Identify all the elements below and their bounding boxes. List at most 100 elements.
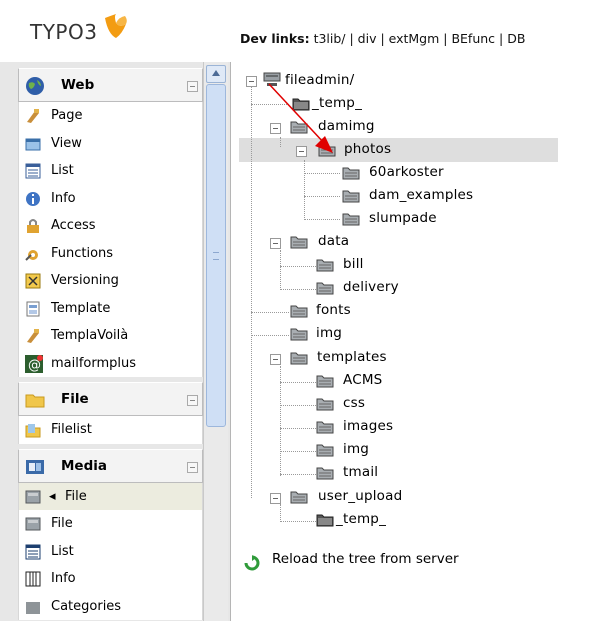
folder-icon (290, 328, 308, 341)
menu-item-info-label: Info (51, 190, 76, 206)
dev-links-items[interactable]: t3lib/ | div | extMgm | BEfunc | DB (314, 31, 526, 46)
menu-item-info[interactable]: Info (18, 184, 203, 212)
menu-item-mailformplus[interactable]: @ mailformplus (18, 349, 203, 377)
menu-item-media-file2-label: File (51, 516, 73, 531)
refresh-icon (244, 555, 260, 571)
tree-node-label: css (343, 395, 366, 411)
tree-node-label: data (318, 233, 350, 249)
menu-item-page-label: Page (51, 108, 83, 123)
versioning-icon (25, 273, 41, 289)
categories-icon (26, 601, 40, 614)
menu-item-media-list[interactable]: List (18, 537, 203, 565)
menu-item-media-file-label: File (65, 488, 87, 504)
dev-links: Dev links: t3lib/ | div | extMgm | BEfun… (240, 31, 525, 46)
typo3-logo-icon (105, 14, 127, 38)
section-file-collapse-icon[interactable] (187, 395, 198, 406)
tree-line (280, 521, 316, 522)
top-bar: TYPO3 Dev links: t3lib/ | div | extMgm |… (0, 0, 603, 63)
section-media[interactable]: Media (18, 448, 203, 483)
tree-line (280, 451, 316, 452)
folder-icon (316, 467, 334, 480)
list-icon (25, 163, 41, 179)
menu-item-templavoila-label: TemplaVoilà (51, 328, 129, 343)
scroll-thumb[interactable] (206, 84, 226, 427)
tree-node-label: photos (344, 141, 392, 157)
menu-item-view[interactable]: View (18, 129, 203, 157)
menu-item-media-categories-label: Categories (51, 598, 122, 614)
folder-dark-icon (316, 514, 334, 527)
dev-links-label: Dev links: (240, 31, 310, 46)
section-web[interactable]: Web (18, 68, 203, 102)
section-media-title: Media (61, 457, 107, 474)
collapse-toggle-icon[interactable] (270, 354, 281, 365)
tree-line (280, 474, 316, 475)
info-icon (26, 191, 40, 206)
menu-item-media-file-selected[interactable]: ◂ File (18, 482, 203, 510)
media-list-icon (25, 544, 41, 559)
tree-line (304, 173, 340, 174)
tree-line (304, 196, 340, 197)
template-icon (26, 301, 40, 316)
menu-item-view-label: View (51, 135, 82, 151)
folder-icon (290, 491, 308, 504)
scroll-up-icon[interactable] (206, 65, 226, 83)
menu-item-templavoila[interactable]: TemplaVoilà (18, 322, 203, 350)
menu-item-filelist-label: Filelist (51, 422, 92, 437)
section-file-title: File (61, 391, 89, 407)
folder-icon (25, 394, 45, 408)
tree-node-label: dam_examples (369, 187, 474, 203)
tree-line (304, 219, 340, 220)
menu-item-access-label: Access (51, 218, 96, 233)
folder-icon (316, 398, 334, 411)
menu-item-list[interactable]: List (18, 157, 203, 185)
menu-item-media-list-label: List (51, 543, 74, 559)
media-info-icon (25, 571, 41, 587)
menu-item-media-file[interactable]: File (18, 510, 203, 538)
section-file[interactable]: File (18, 382, 203, 416)
menu-item-versioning[interactable]: Versioning (18, 267, 203, 295)
menu-item-filelist[interactable]: Filelist (18, 416, 203, 444)
media-file-icon (25, 517, 41, 531)
tree-line (251, 86, 252, 498)
media-icon (26, 459, 44, 474)
section-media-collapse-icon[interactable] (187, 461, 198, 473)
menu-item-media-categories[interactable]: Categories (18, 592, 203, 620)
menu-item-access[interactable]: Access (18, 212, 203, 240)
tree-node-label: images (343, 418, 394, 434)
view-icon (25, 138, 41, 150)
tree-node-label: tmail (343, 464, 379, 480)
menu-item-media-info[interactable]: Info (18, 565, 203, 593)
folder-icon (342, 190, 360, 203)
menu-item-functions-label: Functions (51, 245, 114, 261)
menu-item-template[interactable]: Template (18, 294, 203, 322)
menu-item-functions[interactable]: Functions (18, 239, 203, 267)
module-menu-panel: Web Page View List Info Access Functions (0, 62, 231, 621)
menu-scrollbar[interactable] (203, 62, 228, 621)
annotation-arrow-icon (268, 83, 333, 153)
selected-marker-icon: ◂ (49, 488, 56, 504)
tree-line (280, 504, 281, 522)
templavoila-icon (27, 329, 39, 343)
collapse-toggle-icon[interactable] (270, 238, 281, 249)
tree-line (280, 382, 316, 383)
folder-icon (316, 375, 334, 388)
tree-node-label: user_upload (318, 488, 403, 504)
module-menu: Web Page View List Info Access Functions (18, 68, 203, 620)
functions-icon (25, 249, 38, 261)
collapse-toggle-icon[interactable] (270, 493, 281, 504)
folder-icon (342, 213, 360, 226)
folder-icon (290, 236, 308, 249)
tree-line (304, 160, 305, 220)
tree-node-label: _temp_ (336, 511, 387, 527)
tree-node-label: fonts (316, 302, 351, 318)
reload-tree-label: Reload the tree from server (272, 551, 459, 567)
filelist-icon (25, 424, 41, 438)
tree-node-label: img (343, 441, 370, 457)
menu-item-mailformplus-label: mailformplus (51, 355, 137, 371)
menu-item-page[interactable]: Page (18, 102, 203, 130)
menu-item-list-label: List (51, 163, 74, 178)
tree-node-label: delivery (343, 279, 399, 295)
section-web-collapse-icon[interactable] (187, 81, 198, 92)
folder-icon (316, 421, 334, 434)
media-file-icon (25, 490, 41, 503)
